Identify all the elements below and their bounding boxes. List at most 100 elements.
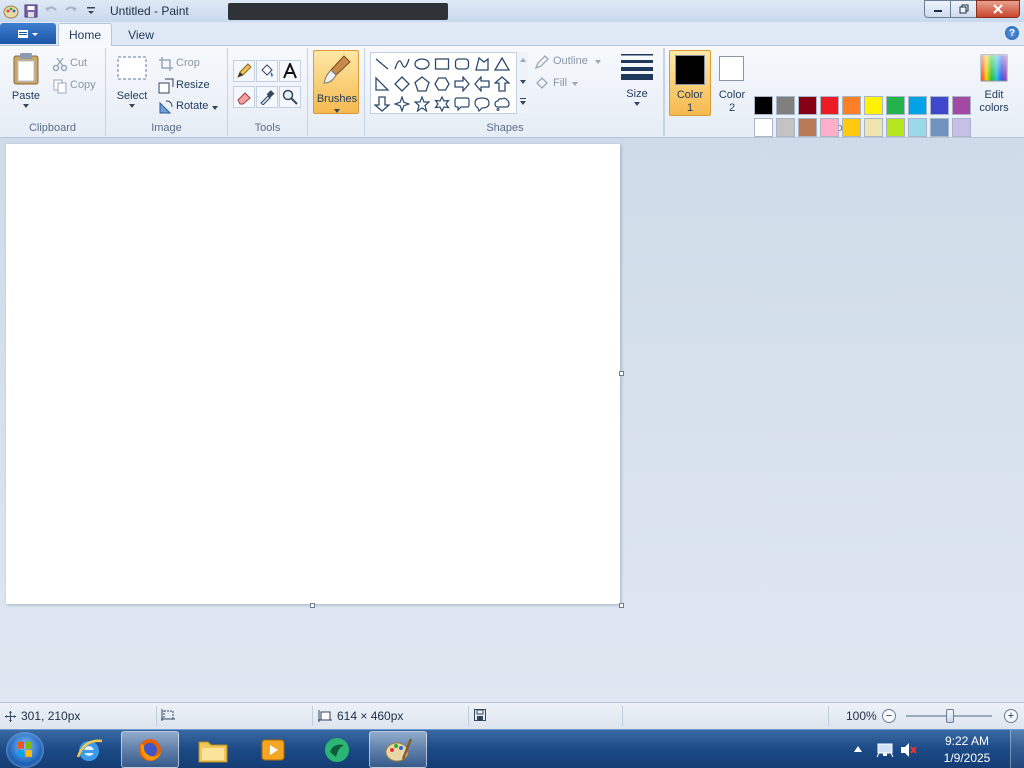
pentagon-shape-icon bbox=[414, 76, 430, 92]
size-button[interactable]: Size bbox=[616, 52, 658, 114]
six-point-star-shape[interactable] bbox=[432, 94, 452, 114]
palette-swatch[interactable] bbox=[908, 118, 927, 137]
palette-swatch[interactable] bbox=[930, 118, 949, 137]
redo-icon[interactable] bbox=[62, 2, 80, 20]
palette-swatch[interactable] bbox=[952, 96, 971, 115]
chevron-down-icon bbox=[634, 102, 640, 106]
oval-callout-shape-icon bbox=[474, 97, 490, 112]
right-triangle-shape[interactable] bbox=[372, 74, 392, 94]
fill-tool[interactable] bbox=[256, 60, 278, 82]
palette-swatch[interactable] bbox=[820, 96, 839, 115]
taskbar-paint[interactable] bbox=[369, 731, 427, 768]
customize-qat-chevron-down-icon[interactable] bbox=[82, 2, 100, 20]
help-icon[interactable]: ? bbox=[1005, 26, 1019, 40]
show-hidden-icons-chevron-up-icon[interactable] bbox=[854, 746, 862, 752]
rectangle-shape[interactable] bbox=[432, 54, 452, 74]
taskbar-internet-explorer[interactable] bbox=[60, 731, 118, 768]
left-arrow-shape[interactable] bbox=[472, 74, 492, 94]
tab-view[interactable]: View bbox=[116, 23, 166, 46]
color1-label-line2: 1 bbox=[686, 102, 694, 114]
cursor-position-text: 301, 210px bbox=[21, 709, 81, 723]
palette-swatch[interactable] bbox=[886, 118, 905, 137]
save-icon[interactable] bbox=[22, 2, 40, 20]
quick-access-toolbar bbox=[0, 0, 102, 22]
scissors-icon bbox=[52, 57, 68, 72]
palette-swatch[interactable] bbox=[842, 118, 861, 137]
pencil-tool[interactable] bbox=[233, 60, 255, 82]
oval-shape[interactable] bbox=[412, 54, 432, 74]
maximize-button[interactable] bbox=[950, 0, 976, 18]
taskbar-chat-app[interactable] bbox=[308, 731, 366, 768]
canvas-resize-handle-bottom[interactable] bbox=[310, 603, 315, 608]
paint-app-icon[interactable] bbox=[2, 2, 20, 20]
palette-swatch[interactable] bbox=[864, 96, 883, 115]
show-desktop-button[interactable] bbox=[1010, 730, 1024, 768]
rotate-label: Rotate bbox=[176, 100, 209, 112]
select-button[interactable]: Select bbox=[114, 54, 150, 116]
taskbar-file-explorer[interactable] bbox=[184, 731, 242, 768]
text-tool[interactable] bbox=[279, 60, 301, 82]
undo-icon[interactable] bbox=[42, 2, 60, 20]
rounded-callout-shape[interactable] bbox=[452, 94, 472, 114]
volume-muted-icon[interactable] bbox=[900, 742, 918, 758]
color-picker-tool[interactable] bbox=[256, 86, 278, 108]
drawing-canvas[interactable] bbox=[6, 144, 620, 604]
up-arrow-shape[interactable] bbox=[492, 74, 512, 94]
taskbar-firefox[interactable] bbox=[121, 731, 179, 768]
palette-swatch[interactable] bbox=[798, 96, 817, 115]
zoom-out-button[interactable]: − bbox=[882, 709, 896, 723]
triangle-shape[interactable] bbox=[492, 54, 512, 74]
shapes-gallery bbox=[370, 52, 528, 114]
four-point-star-shape[interactable] bbox=[392, 94, 412, 114]
hexagon-shape[interactable] bbox=[432, 74, 452, 94]
file-size bbox=[474, 709, 486, 721]
clock[interactable]: 9:22 AM 1/9/2025 bbox=[937, 733, 997, 767]
palette-swatch[interactable] bbox=[798, 118, 817, 137]
six-point-star-shape-icon bbox=[434, 96, 450, 112]
palette-swatch[interactable] bbox=[776, 118, 795, 137]
oval-callout-shape[interactable] bbox=[472, 94, 492, 114]
palette-swatch[interactable] bbox=[842, 96, 861, 115]
taskbar-media-player[interactable] bbox=[244, 731, 302, 768]
text-icon bbox=[283, 63, 297, 79]
file-menu-button[interactable] bbox=[0, 23, 56, 44]
palette-swatch[interactable] bbox=[864, 118, 883, 137]
palette-swatch[interactable] bbox=[820, 118, 839, 137]
crop-icon bbox=[159, 57, 173, 71]
pentagon-shape[interactable] bbox=[412, 74, 432, 94]
palette-swatch[interactable] bbox=[754, 118, 773, 137]
five-point-star-shape[interactable] bbox=[412, 94, 432, 114]
rounded-rectangle-shape[interactable] bbox=[452, 54, 472, 74]
down-arrow-shape[interactable] bbox=[372, 94, 392, 114]
paste-button[interactable]: Paste bbox=[8, 52, 44, 116]
curve-shape[interactable] bbox=[392, 54, 412, 74]
polygon-shape[interactable] bbox=[472, 54, 492, 74]
palette-swatch[interactable] bbox=[886, 96, 905, 115]
minimize-button[interactable] bbox=[924, 0, 950, 18]
eraser-tool[interactable] bbox=[233, 86, 255, 108]
network-icon[interactable] bbox=[876, 742, 894, 758]
selection-size-icon bbox=[161, 709, 175, 721]
color1-button[interactable]: Color 1 bbox=[669, 50, 711, 116]
zoom-in-button[interactable]: + bbox=[1004, 709, 1018, 723]
line-shape[interactable] bbox=[372, 54, 392, 74]
close-button[interactable] bbox=[976, 0, 1020, 18]
palette-swatch[interactable] bbox=[930, 96, 949, 115]
cloud-callout-shape[interactable] bbox=[492, 94, 512, 114]
palette-swatch[interactable] bbox=[754, 96, 773, 115]
diamond-shape[interactable] bbox=[392, 74, 412, 94]
shapes-scrollbar[interactable] bbox=[516, 52, 528, 114]
palette-swatch[interactable] bbox=[952, 118, 971, 137]
select-label: Select bbox=[116, 90, 148, 102]
tab-home[interactable]: Home bbox=[58, 23, 112, 46]
canvas-resize-handle-corner[interactable] bbox=[619, 603, 624, 608]
zoom-slider-thumb[interactable] bbox=[946, 709, 954, 723]
right-arrow-shape[interactable] bbox=[452, 74, 472, 94]
palette-swatch[interactable] bbox=[908, 96, 927, 115]
palette-swatch[interactable] bbox=[776, 96, 795, 115]
brushes-button[interactable]: Brushes bbox=[313, 50, 359, 114]
tools-group: Tools bbox=[228, 48, 308, 136]
start-button[interactable] bbox=[6, 732, 44, 768]
canvas-resize-handle-right[interactable] bbox=[619, 371, 624, 376]
magnifier-tool[interactable] bbox=[279, 86, 301, 108]
